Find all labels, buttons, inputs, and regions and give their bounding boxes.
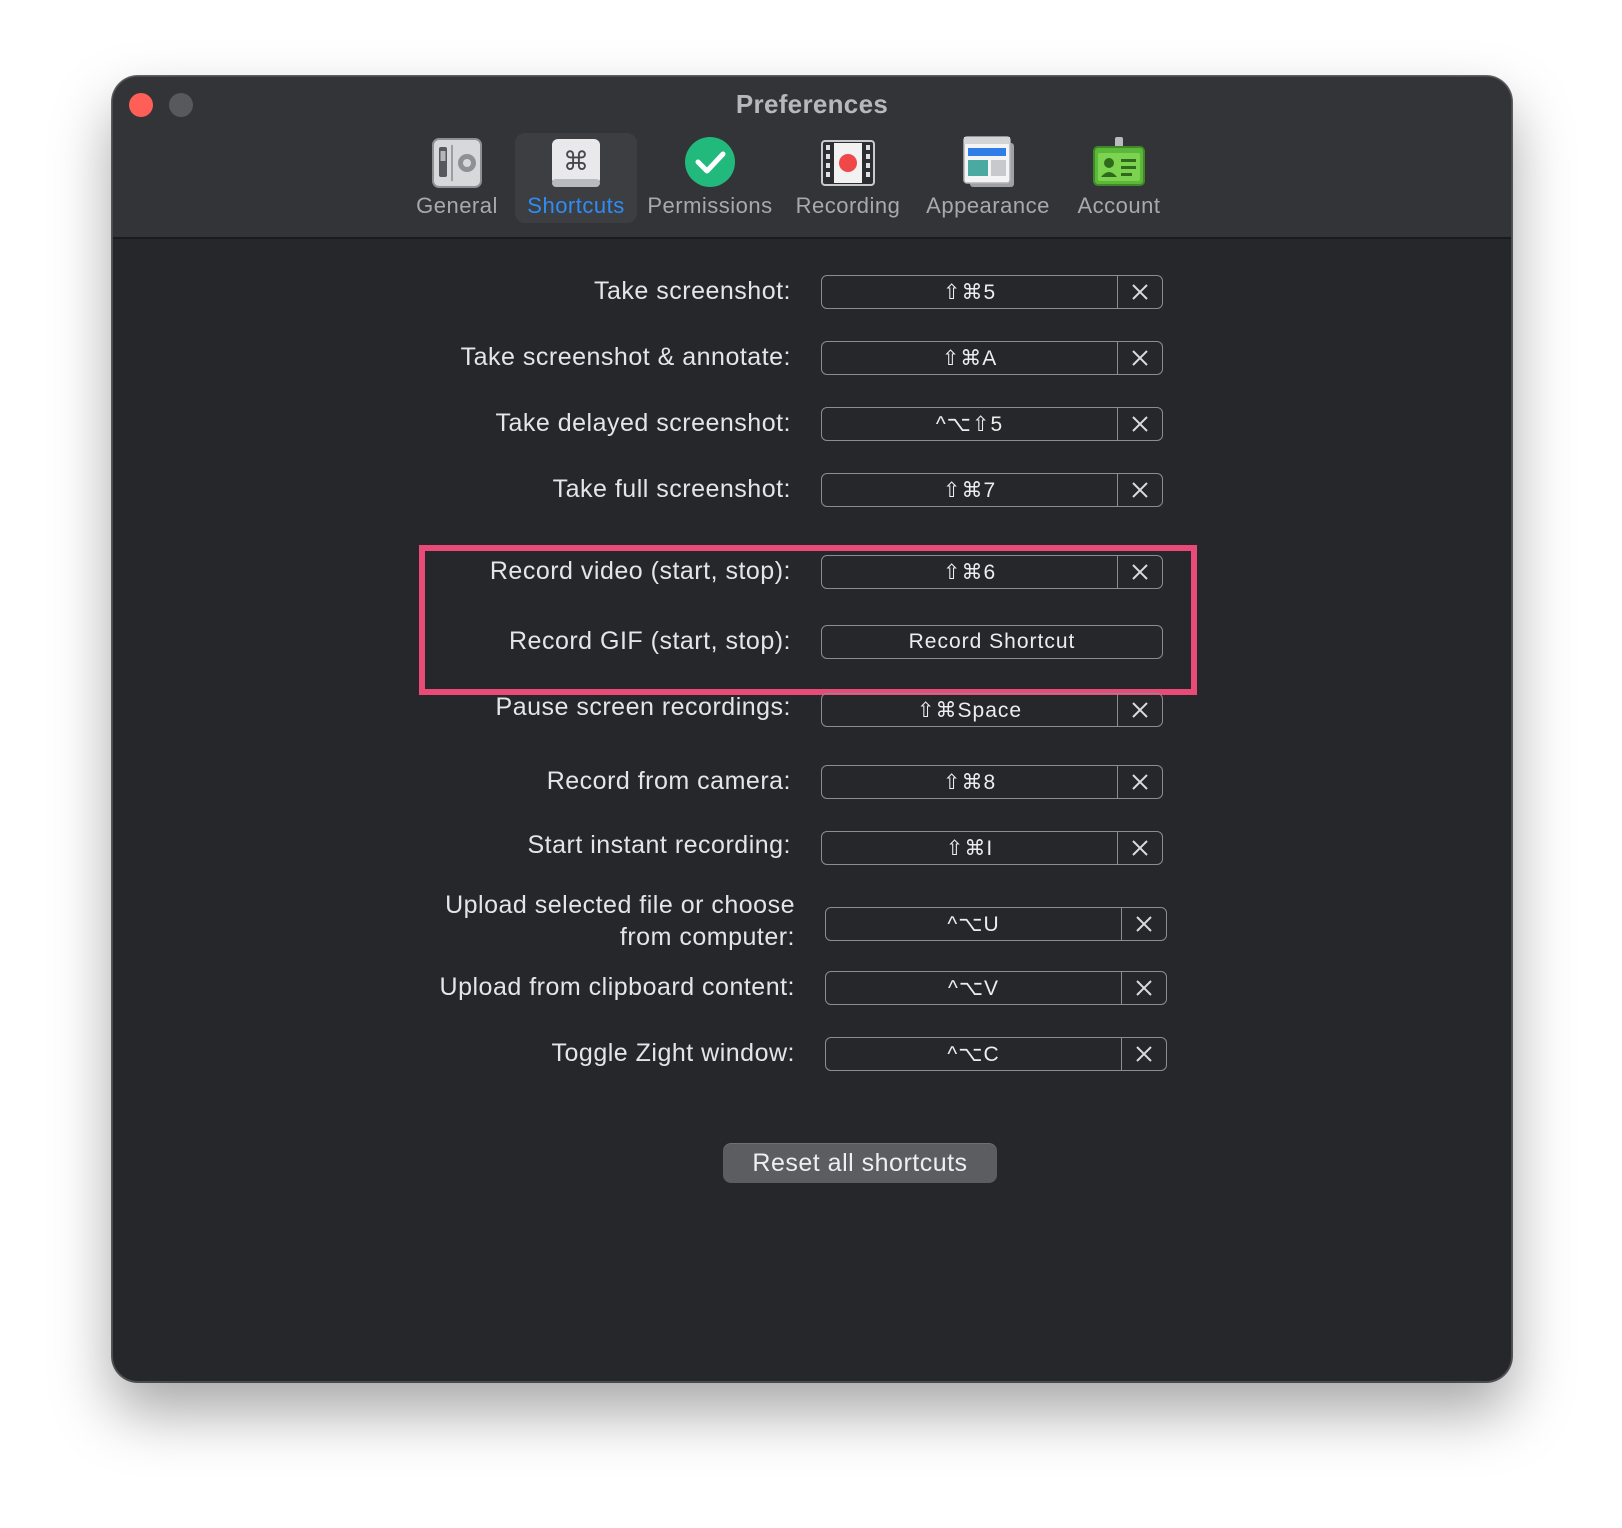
shortcut-value[interactable]: ⇧⌘A [822, 342, 1118, 374]
film-record-icon [821, 140, 875, 186]
shortcut-label: Upload selected file or choose from comp… [445, 889, 795, 953]
shortcut-recorder[interactable]: ⇧⌘8 [821, 765, 1163, 799]
shortcut-label: Record video (start, stop): [489, 557, 791, 585]
svg-text:⌘: ⌘ [563, 147, 589, 177]
shortcut-recorder[interactable]: ^⌥U [825, 907, 1167, 941]
title-bar: Preferences General ⌘ Shortcuts Permissi… [113, 77, 1511, 239]
shortcut-recorder[interactable]: ⇧⌘A [821, 341, 1163, 375]
shortcut-label: Record GIF (start, stop): [508, 627, 791, 655]
tab-appearance-label: Appearance [926, 193, 1050, 218]
shortcut-label: Start instant recording: [527, 831, 791, 859]
shortcut-value[interactable]: ⇧⌘8 [822, 766, 1118, 798]
shortcut-recorder[interactable]: ⇧⌘5 [821, 275, 1163, 309]
tab-general[interactable]: General [409, 133, 505, 223]
shortcut-value[interactable]: Record Shortcut [822, 626, 1162, 658]
close-icon [1132, 702, 1148, 718]
close-icon [1136, 1046, 1152, 1062]
clear-shortcut-button[interactable] [1118, 408, 1162, 440]
shortcut-value[interactable]: ^⌥U [826, 908, 1122, 940]
clear-shortcut-button[interactable] [1122, 972, 1166, 1004]
shortcut-label: Record from camera: [546, 767, 791, 795]
shortcut-recorder[interactable]: ^⌥V [825, 971, 1167, 1005]
shortcut-value[interactable]: ^⌥C [826, 1038, 1122, 1070]
close-icon [1132, 284, 1148, 300]
tab-shortcuts[interactable]: ⌘ Shortcuts [515, 133, 637, 223]
clear-shortcut-button[interactable] [1118, 276, 1162, 308]
clear-shortcut-button[interactable] [1118, 342, 1162, 374]
close-icon [1132, 482, 1148, 498]
shortcut-value[interactable]: ⇧⌘5 [822, 276, 1118, 308]
shortcut-value[interactable]: ⇧⌘I [822, 832, 1118, 864]
close-icon [1132, 774, 1148, 790]
shortcut-label: Take screenshot & annotate: [460, 343, 791, 371]
record-shortcut-button[interactable]: Record Shortcut [821, 625, 1163, 659]
clear-shortcut-button[interactable] [1118, 766, 1162, 798]
command-key-icon: ⌘ [552, 139, 600, 187]
shortcut-recorder[interactable]: ⇧⌘7 [821, 473, 1163, 507]
close-icon [1136, 916, 1152, 932]
shortcut-recorder[interactable]: ⇧⌘6 [821, 555, 1163, 589]
shortcut-label-line: Upload selected file or choose [445, 891, 795, 919]
shortcut-label: Take delayed screenshot: [495, 409, 791, 437]
shortcut-label: Toggle Zight window: [551, 1039, 795, 1067]
shortcut-recorder[interactable]: ^⌥⇧5 [821, 407, 1163, 441]
shortcut-value[interactable]: ^⌥⇧5 [822, 408, 1118, 440]
shortcut-value[interactable]: ⇧⌘Space [822, 694, 1118, 726]
shortcut-value[interactable]: ⇧⌘7 [822, 474, 1118, 506]
preferences-window: Preferences General ⌘ Shortcuts Permissi… [112, 76, 1512, 1382]
shortcut-label: Take full screenshot: [552, 475, 791, 503]
clear-shortcut-button[interactable] [1118, 556, 1162, 588]
tab-general-label: General [416, 193, 498, 218]
tab-account-label: Account [1077, 193, 1161, 218]
close-icon [1132, 350, 1148, 366]
shortcut-label: Upload from clipboard content: [439, 973, 795, 1001]
tab-shortcuts-label: Shortcuts [527, 193, 625, 218]
tab-recording[interactable]: Recording [793, 133, 903, 223]
tab-permissions[interactable]: Permissions [647, 133, 773, 223]
clear-shortcut-button[interactable] [1122, 1038, 1166, 1070]
close-icon [1132, 564, 1148, 580]
close-icon [1132, 416, 1148, 432]
shortcut-recorder[interactable]: ⇧⌘I [821, 831, 1163, 865]
checkmark-icon [685, 137, 735, 187]
tab-permissions-label: Permissions [647, 193, 773, 218]
window-layout-icon [963, 136, 1014, 187]
shortcut-recorder[interactable]: ⇧⌘Space [821, 693, 1163, 727]
shortcut-label: Pause screen recordings: [495, 693, 791, 721]
reset-all-shortcuts-button[interactable]: Reset all shortcuts [723, 1143, 997, 1183]
clear-shortcut-button[interactable] [1118, 474, 1162, 506]
shortcut-label-line: from computer: [619, 923, 795, 951]
tab-recording-label: Recording [795, 193, 901, 218]
close-icon [1136, 980, 1152, 996]
tab-account[interactable]: Account [1069, 133, 1169, 223]
clear-shortcut-button[interactable] [1118, 694, 1162, 726]
tab-appearance[interactable]: Appearance [923, 133, 1053, 223]
general-settings-icon [432, 138, 482, 188]
id-badge-icon [1093, 137, 1145, 186]
shortcut-value[interactable]: ^⌥V [826, 972, 1122, 1004]
clear-shortcut-button[interactable] [1122, 908, 1166, 940]
window-title: Preferences [735, 89, 889, 119]
shortcut-label: Take screenshot: [594, 277, 791, 305]
shortcut-value[interactable]: ⇧⌘6 [822, 556, 1118, 588]
close-icon [1132, 840, 1148, 856]
shortcut-recorder[interactable]: ^⌥C [825, 1037, 1167, 1071]
clear-shortcut-button[interactable] [1118, 832, 1162, 864]
